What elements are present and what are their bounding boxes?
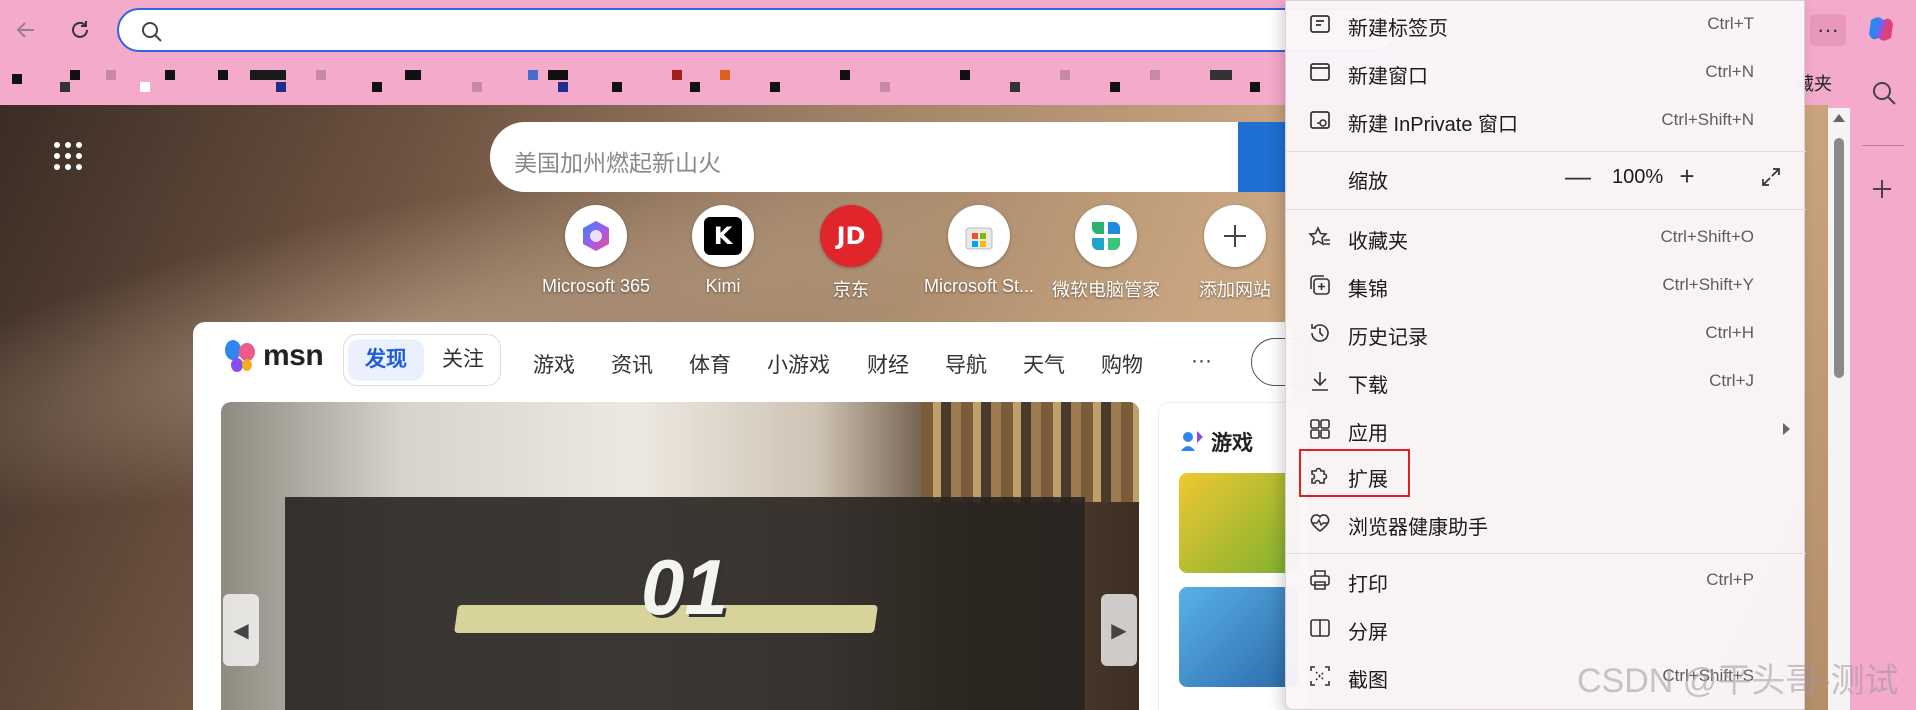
more-horizontal-icon: ··· (1817, 17, 1839, 42)
screenshot-icon (1310, 666, 1330, 686)
menu-item-downloads[interactable]: 下载 Ctrl+J (1286, 358, 1806, 404)
games-card-title: 游戏 (1211, 432, 1253, 455)
scrollbar-thumb[interactable] (1834, 138, 1844, 378)
chevron-left-icon: ◀ (233, 619, 249, 642)
new-tab-icon (1310, 15, 1330, 33)
games-icon (1181, 431, 1203, 451)
microsoft-365-icon (583, 221, 609, 251)
nav-navigation[interactable]: 导航 (945, 349, 987, 379)
menu-item-print[interactable]: 打印 Ctrl+P (1286, 557, 1806, 603)
menu-item-apps[interactable]: 应用 (1286, 406, 1806, 452)
nav-games[interactable]: 游戏 (533, 349, 575, 379)
add-icon (1224, 225, 1246, 247)
address-input[interactable] (173, 18, 1353, 42)
watermark: CSDN @平头哥-测试 (1577, 662, 1899, 700)
search-icon (142, 22, 162, 42)
menu-item-favorites[interactable]: 收藏夹 Ctrl+Shift+O (1286, 214, 1806, 260)
msn-butterfly-icon (225, 340, 255, 372)
nav-shopping[interactable]: 购物 (1101, 349, 1143, 379)
menu-item-new-window[interactable]: 新建窗口 Ctrl+N (1286, 49, 1806, 95)
page-scrollbar[interactable] (1828, 108, 1850, 710)
game-thumbnail[interactable] (1179, 587, 1299, 687)
add-icon[interactable] (1871, 178, 1893, 200)
zoom-level: 100% (1612, 166, 1664, 188)
history-icon (1311, 324, 1329, 342)
game-thumbnail[interactable] (1179, 473, 1299, 573)
pc-manager-icon (1092, 222, 1120, 250)
chevron-right-icon (1783, 423, 1790, 435)
carousel-prev-button[interactable]: ◀ (223, 594, 259, 666)
quick-link-kimi[interactable]: K Kimi (658, 205, 788, 297)
jd-icon: JD (836, 222, 866, 250)
scroll-up-icon[interactable] (1833, 114, 1845, 122)
copilot-icon (1869, 17, 1893, 41)
copilot-button[interactable] (1864, 12, 1898, 46)
refresh-button[interactable] (62, 12, 98, 48)
nav-news[interactable]: 资讯 (611, 349, 653, 379)
msn-search-button[interactable] (1238, 122, 1288, 192)
hero-card[interactable]: 01 ◀ ▶ (221, 402, 1139, 710)
msn-logo-text: msn (263, 339, 324, 372)
msn-logo[interactable]: msn (223, 338, 324, 374)
address-bar[interactable] (117, 8, 1397, 52)
menu-item-browser-health[interactable]: 浏览器健康助手 (1286, 500, 1806, 546)
nav-more[interactable]: ··· (1191, 349, 1212, 373)
nav-weather[interactable]: 天气 (1023, 349, 1065, 379)
menu-item-collections[interactable]: 集锦 Ctrl+Shift+Y (1286, 262, 1806, 308)
chevron-right-icon: ▶ (1111, 619, 1127, 642)
nav-sports[interactable]: 体育 (689, 349, 731, 379)
tab-following[interactable]: 关注 (430, 339, 496, 381)
quick-link-microsoft-store[interactable]: Microsoft St... (914, 205, 1044, 297)
quick-link-add-site[interactable]: 添加网站 (1170, 205, 1300, 302)
tab-discover[interactable]: 发现 (348, 339, 424, 381)
quick-link-microsoft-365[interactable]: Microsoft 365 (531, 205, 661, 297)
menu-item-history[interactable]: 历史记录 Ctrl+H (1286, 310, 1806, 356)
nav-finance[interactable]: 财经 (867, 349, 909, 379)
fullscreen-icon[interactable] (1760, 166, 1782, 188)
search-icon[interactable] (1871, 80, 1897, 106)
back-button[interactable] (8, 12, 44, 48)
apps-launcher-icon[interactable] (54, 142, 84, 172)
menu-item-split-screen[interactable]: 分屏 (1286, 605, 1806, 651)
split-screen-icon (1310, 619, 1330, 637)
msn-search-box[interactable]: 美国加州燃起新山火 (490, 122, 1240, 192)
zoom-in-button[interactable]: + (1671, 154, 1703, 200)
browser-health-icon (1310, 514, 1330, 533)
new-window-icon (1310, 63, 1330, 81)
annotation-highlight-box (1299, 449, 1410, 497)
inprivate-icon (1310, 111, 1330, 129)
kimi-icon: K (704, 217, 742, 255)
carousel-next-button[interactable]: ▶ (1101, 594, 1137, 666)
nav-mini-games[interactable]: 小游戏 (767, 349, 830, 379)
zoom-out-button[interactable]: — (1562, 154, 1594, 200)
microsoft-store-icon (965, 227, 993, 250)
apps-icon (1310, 419, 1330, 439)
hero-number: 01 (641, 543, 728, 631)
download-icon (1312, 372, 1328, 391)
collections-icon (1310, 275, 1330, 295)
quick-link-pc-manager[interactable]: 微软电脑管家 (1041, 205, 1171, 302)
menu-item-new-inprivate-window[interactable]: 新建 InPrivate 窗口 Ctrl+Shift+N (1286, 97, 1806, 143)
print-icon (1310, 570, 1330, 590)
favorites-icon (1308, 226, 1330, 246)
feed-toggle: 发现 关注 (343, 334, 501, 386)
settings-menu: 新建标签页 Ctrl+T 新建窗口 Ctrl+N 新建 InPrivate 窗口… (1285, 0, 1806, 710)
msn-feed: msn 发现 关注 游戏 资讯 体育 小游戏 财经 导航 天气 购物 ··· 0… (193, 322, 1311, 710)
arrow-left-icon (16, 22, 34, 38)
quick-link-jd[interactable]: JD 京东 (786, 205, 916, 302)
msn-search-placeholder: 美国加州燃起新山火 (514, 150, 721, 176)
menu-item-zoom: 缩放 — 100% + (1286, 154, 1806, 200)
menu-item-new-tab[interactable]: 新建标签页 Ctrl+T (1286, 1, 1806, 47)
refresh-icon (72, 21, 88, 38)
settings-and-more-button[interactable]: ··· (1810, 14, 1846, 46)
edge-sidebar (1850, 60, 1916, 710)
